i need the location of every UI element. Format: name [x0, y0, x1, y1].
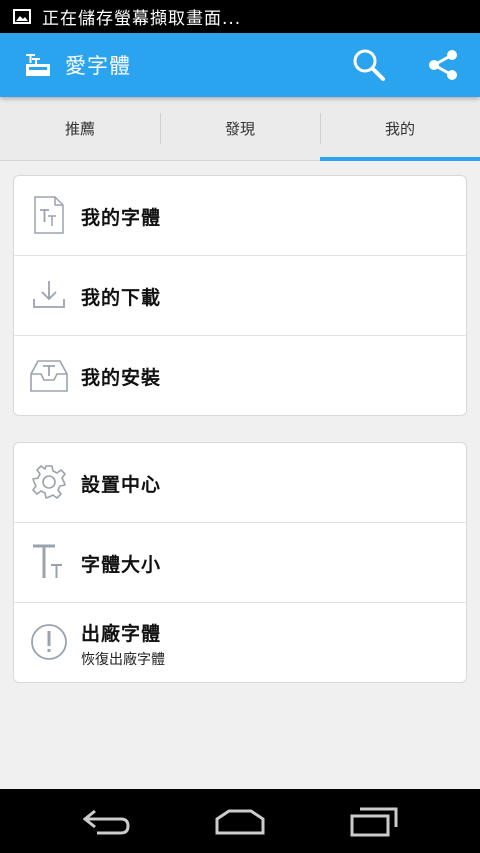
factory-fonts-label: 出廠字體 [81, 623, 162, 645]
list-item-font-size[interactable]: 字體大小 [14, 523, 466, 603]
alert-circle-icon [31, 624, 67, 660]
gear-icon [32, 465, 66, 499]
image-icon [13, 9, 31, 24]
tab-discover[interactable]: 發現 [160, 97, 320, 160]
tab-selected-indicator [320, 157, 480, 161]
list-item-factory-fonts[interactable]: 出廠字體 恢復出廠字體 [14, 603, 466, 682]
settings-section-card: 設置中心 字體大小 出廠字體 恢復出廠字體 [13, 442, 467, 683]
my-installs-label: 我的安裝 [81, 367, 162, 389]
tab-recommend[interactable]: 推薦 [0, 97, 160, 160]
tab-mine[interactable]: 我的 [320, 97, 480, 160]
share-icon[interactable] [425, 47, 461, 83]
tab-bar: 推薦 發現 我的 [0, 97, 480, 161]
recents-icon[interactable] [350, 807, 398, 837]
search-icon[interactable] [352, 48, 386, 82]
my-downloads-label: 我的下載 [81, 287, 162, 309]
install-tray-icon [30, 360, 68, 392]
app-title: 愛字體 [65, 54, 131, 78]
home-icon[interactable] [215, 809, 265, 835]
font-size-label: 字體大小 [81, 554, 162, 576]
list-item-my-fonts[interactable]: 我的字體 [14, 176, 466, 256]
settings-center-label: 設置中心 [81, 474, 162, 496]
factory-fonts-sublabel: 恢復出廠字體 [81, 652, 165, 668]
font-file-icon [34, 196, 64, 234]
list-item-my-downloads[interactable]: 我的下載 [14, 256, 466, 336]
status-bar: 正在儲存螢幕擷取畫面... [0, 0, 480, 33]
back-icon[interactable] [83, 809, 131, 835]
status-notification-text: 正在儲存螢幕擷取畫面... [42, 9, 242, 29]
system-nav-bar [0, 789, 480, 853]
list-item-settings-center[interactable]: 設置中心 [14, 443, 466, 523]
my-fonts-label: 我的字體 [81, 207, 162, 229]
font-size-icon [33, 544, 62, 578]
my-section-card: 我的字體 我的下載 我的安裝 [13, 175, 467, 416]
download-icon [33, 281, 65, 308]
list-item-my-installs[interactable]: 我的安裝 [14, 336, 466, 415]
app-logo-icon [26, 54, 50, 76]
app-bar: 愛字體 [0, 33, 480, 97]
